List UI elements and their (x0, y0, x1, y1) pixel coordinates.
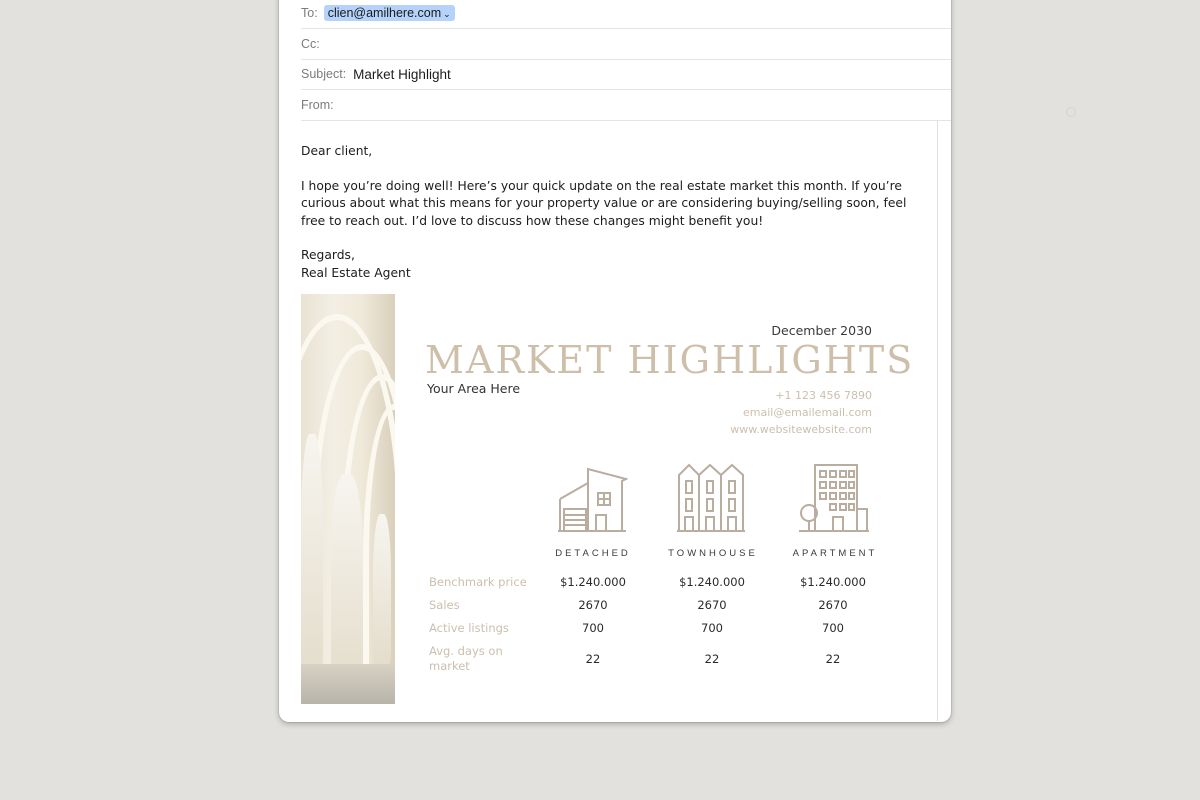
cell-days-townhouse: 22 (704, 652, 720, 666)
flyer-title: MARKET HIGHLIGHTS (425, 338, 915, 382)
row-label-active-listings: Active listings (429, 621, 509, 635)
row-label-avg-days-line1: Avg. days on (429, 644, 503, 658)
greeting: Dear client, (301, 144, 373, 158)
cell-benchmark-detached: $1.240.000 (560, 575, 626, 589)
flyer-date: December 2030 (771, 323, 872, 338)
row-label-avg-days: Avg. days on market (429, 644, 503, 674)
townhouse-icon (675, 463, 747, 535)
column-header-townhouse: TOWNHOUSE (668, 548, 758, 559)
cell-days-apartment: 22 (825, 652, 841, 666)
cell-benchmark-apartment: $1.240.000 (800, 575, 866, 589)
subject-row[interactable]: Subject: Market Highlight (301, 59, 951, 90)
subject-label: Subject: (301, 67, 347, 81)
cell-listings-apartment: 700 (822, 621, 844, 635)
background-dot (1066, 107, 1076, 117)
compose-window: To: clien@amilhere.com ⌄ Cc: Subject: Mar… (279, 0, 951, 722)
flyer-area: Your Area Here (427, 381, 521, 396)
flyer-website: www.websitewebsite.com (730, 423, 872, 436)
from-row[interactable]: From: (301, 90, 951, 121)
recipient-address: clien@amilhere.com (327, 6, 442, 20)
cc-row[interactable]: Cc: (301, 29, 951, 60)
row-label-sales: Sales (429, 598, 460, 612)
cell-days-detached: 22 (585, 652, 601, 666)
cc-label: Cc: (301, 37, 320, 51)
apartment-building-icon (797, 463, 869, 535)
cell-listings-detached: 700 (582, 621, 604, 635)
gallery-photo (301, 294, 395, 704)
flyer-phone: +1 123 456 7890 (775, 389, 872, 402)
detached-house-icon (556, 463, 629, 535)
cell-sales-detached: 2670 (578, 598, 608, 612)
message-body[interactable]: Dear client, I hope you’re doing well! H… (301, 143, 921, 282)
message-paragraph: I hope you’re doing well! Here’s your qu… (301, 178, 907, 228)
column-header-apartment: APARTMENT (792, 548, 878, 559)
signature: Real Estate Agent (301, 265, 411, 280)
column-header-detached: DETACHED (555, 548, 631, 559)
cell-benchmark-townhouse: $1.240.000 (679, 575, 745, 589)
flyer-email: email@emailemail.com (743, 406, 872, 419)
scrollbar-track[interactable] (937, 121, 938, 721)
row-label-benchmark: Benchmark price (429, 575, 527, 589)
subject-field[interactable]: Market Highlight (353, 67, 451, 82)
from-label: From: (301, 98, 334, 112)
to-label: To: (301, 6, 318, 20)
chevron-down-icon[interactable]: ⌄ (443, 9, 451, 19)
cell-sales-townhouse: 2670 (697, 598, 727, 612)
cell-sales-apartment: 2670 (818, 598, 848, 612)
recipient-chip[interactable]: clien@amilhere.com ⌄ (323, 5, 455, 21)
to-row[interactable]: To: clien@amilhere.com ⌄ (301, 0, 951, 29)
signoff: Regards, (301, 248, 355, 262)
row-label-avg-days-line2: market (429, 659, 470, 673)
cell-listings-townhouse: 700 (701, 621, 723, 635)
